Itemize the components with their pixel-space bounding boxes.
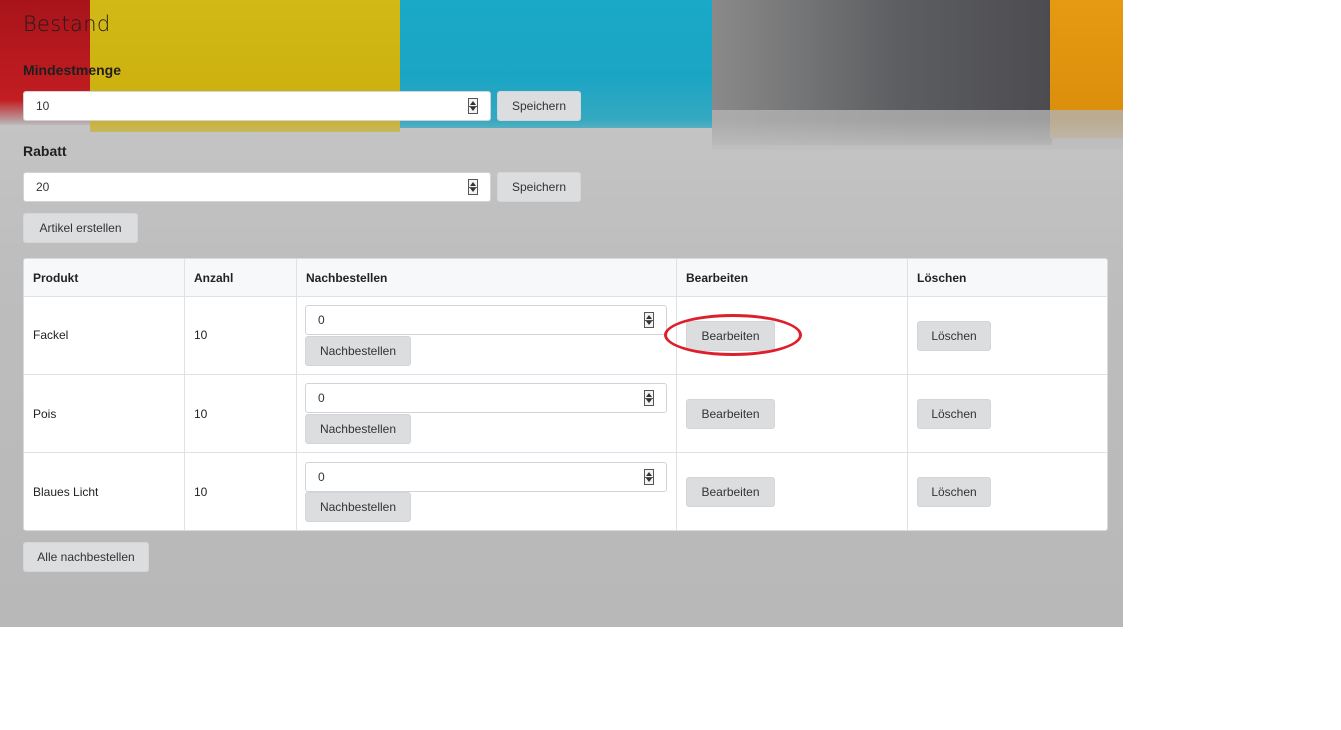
spinner-icon[interactable] <box>644 390 654 406</box>
inventory-table: Produkt Anzahl Nachbestellen Bearbeiten … <box>23 258 1108 531</box>
mindestmenge-input[interactable]: 10 <box>23 91 491 121</box>
reorder-all-button[interactable]: Alle nachbestellen <box>23 542 149 572</box>
edit-button[interactable]: Bearbeiten <box>686 399 775 429</box>
delete-button[interactable]: Löschen <box>917 399 991 429</box>
product-name: Blaues Licht <box>33 485 99 499</box>
mindestmenge-label: Mindestmenge <box>23 62 122 78</box>
reorder-value: 0 <box>318 391 325 405</box>
delete-button[interactable]: Löschen <box>917 321 991 351</box>
rabatt-value: 20 <box>36 180 50 194</box>
mindestmenge-value: 10 <box>36 99 50 113</box>
product-count: 10 <box>194 328 208 342</box>
reorder-button[interactable]: Nachbestellen <box>305 336 411 366</box>
header-produkt: Produkt <box>33 271 79 285</box>
edit-button[interactable]: Bearbeiten <box>686 321 775 351</box>
header-loeschen: Löschen <box>917 271 967 285</box>
reorder-button[interactable]: Nachbestellen <box>305 414 411 444</box>
product-count: 10 <box>194 485 208 499</box>
page-title: Bestand <box>23 12 111 36</box>
spinner-icon[interactable] <box>644 312 654 328</box>
reorder-value: 0 <box>318 470 325 484</box>
header-anzahl: Anzahl <box>194 271 234 285</box>
save-mindestmenge-button[interactable]: Speichern <box>497 91 581 121</box>
reorder-button[interactable]: Nachbestellen <box>305 492 411 522</box>
reorder-input[interactable]: 0 <box>305 462 667 492</box>
reorder-value: 0 <box>318 313 325 327</box>
delete-button[interactable]: Löschen <box>917 477 991 507</box>
save-rabatt-button[interactable]: Speichern <box>497 172 581 202</box>
edit-button[interactable]: Bearbeiten <box>686 477 775 507</box>
spinner-icon[interactable] <box>644 469 654 485</box>
create-article-button[interactable]: Artikel erstellen <box>23 213 138 243</box>
reorder-input[interactable]: 0 <box>305 383 667 413</box>
reorder-input[interactable]: 0 <box>305 305 667 335</box>
product-name: Pois <box>33 407 57 421</box>
spinner-icon[interactable] <box>468 98 478 114</box>
header-bearbeiten: Bearbeiten <box>686 271 749 285</box>
product-name: Fackel <box>33 328 69 342</box>
product-count: 10 <box>194 407 208 421</box>
rabatt-input[interactable]: 20 <box>23 172 491 202</box>
header-nachbestellen: Nachbestellen <box>306 271 388 285</box>
rabatt-label: Rabatt <box>23 143 67 159</box>
spinner-icon[interactable] <box>468 179 478 195</box>
